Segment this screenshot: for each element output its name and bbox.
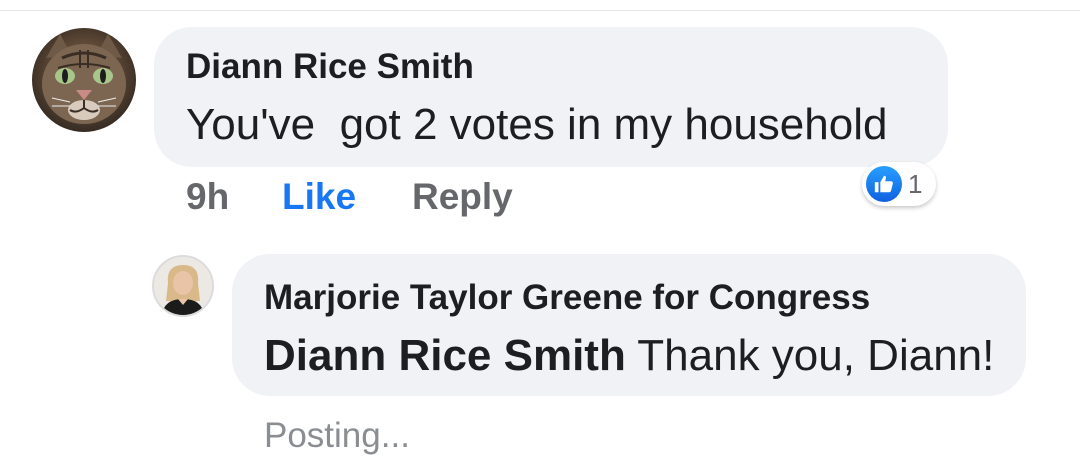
comment-text: You've got 2 votes in my household bbox=[186, 100, 888, 149]
comment-author[interactable]: Diann Rice Smith bbox=[186, 47, 474, 87]
top-divider bbox=[0, 10, 1080, 11]
reply-author[interactable]: Marjorie Taylor Greene for Congress bbox=[264, 278, 870, 318]
reaction-summary[interactable]: 1 bbox=[862, 162, 937, 206]
mention-tag[interactable]: Diann Rice Smith bbox=[264, 331, 626, 380]
comment-timestamp[interactable]: 9h bbox=[186, 176, 229, 218]
reply-button[interactable]: Reply bbox=[412, 176, 513, 218]
reply-text: Diann Rice Smith Thank you, Diann! bbox=[264, 331, 994, 381]
reply-message: Thank you, Diann! bbox=[625, 331, 995, 380]
reply-author-avatar[interactable] bbox=[152, 255, 214, 317]
reaction-count: 1 bbox=[908, 168, 923, 199]
cat-avatar-icon bbox=[42, 34, 126, 124]
thumbs-up-icon bbox=[866, 166, 902, 202]
person-avatar-icon bbox=[154, 257, 212, 315]
posting-status: Posting... bbox=[264, 416, 410, 455]
commenter-avatar[interactable] bbox=[32, 28, 136, 132]
like-button[interactable]: Like bbox=[282, 176, 356, 218]
